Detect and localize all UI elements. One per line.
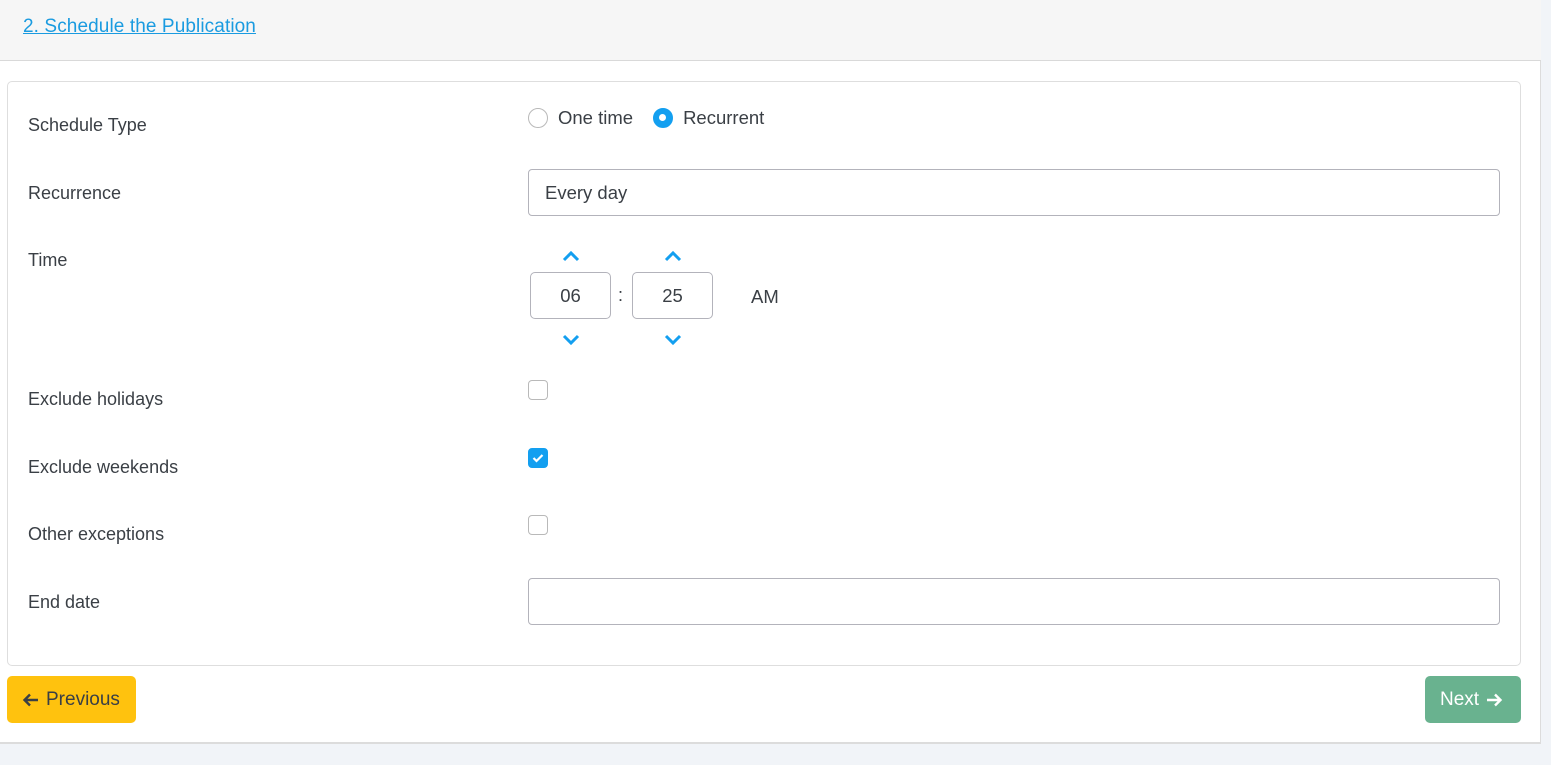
- arrow-left-icon: [22, 693, 38, 706]
- recurrence-input[interactable]: [528, 169, 1500, 216]
- minutes-input[interactable]: [632, 272, 713, 319]
- chevron-up-icon: [562, 250, 580, 262]
- time-label: Time: [28, 250, 68, 270]
- checkmark-icon: [532, 454, 544, 463]
- hours-decrement-button[interactable]: [561, 333, 581, 347]
- other-exceptions-checkbox[interactable]: [528, 515, 548, 535]
- exclude-holidays-label: Exclude holidays: [28, 389, 164, 409]
- schedule-type-label: Schedule Type: [28, 115, 147, 135]
- one-time-radio[interactable]: [528, 108, 548, 128]
- other-exceptions-label: Other exceptions: [28, 524, 165, 544]
- hours-input[interactable]: [530, 272, 611, 319]
- exclude-holidays-checkbox[interactable]: [528, 380, 548, 400]
- previous-button-label: Previous: [46, 688, 120, 710]
- chevron-up-icon: [664, 250, 682, 262]
- schedule-card: 2. Schedule the Publication Schedule Typ…: [0, 0, 1541, 744]
- card-header: 2. Schedule the Publication: [0, 0, 1541, 61]
- exclude-weekends-label: Exclude weekends: [28, 457, 179, 477]
- recurrent-radio[interactable]: [653, 108, 674, 128]
- next-button-label: Next: [1440, 688, 1480, 710]
- arrow-right-icon: [1487, 693, 1503, 706]
- hours-increment-button[interactable]: [561, 249, 581, 263]
- end-date-label: End date: [28, 592, 101, 612]
- time-separator: :: [618, 285, 624, 305]
- recurrence-label: Recurrence: [28, 183, 122, 203]
- section-title-link[interactable]: 2. Schedule the Publication: [23, 16, 256, 38]
- minutes-decrement-button[interactable]: [663, 333, 683, 347]
- previous-button[interactable]: Previous: [7, 676, 136, 723]
- next-button[interactable]: Next: [1425, 676, 1521, 723]
- one-time-radio-label[interactable]: One time: [558, 107, 633, 129]
- exclude-weekends-checkbox[interactable]: [528, 448, 548, 468]
- recurrent-radio-label[interactable]: Recurrent: [683, 107, 764, 129]
- schedule-type-radio-group: One time Recurrent: [528, 107, 784, 129]
- minutes-increment-button[interactable]: [663, 249, 683, 263]
- end-date-input[interactable]: [528, 578, 1500, 625]
- chevron-down-icon: [664, 334, 682, 346]
- meridian-toggle[interactable]: AM: [751, 286, 779, 308]
- chevron-down-icon: [562, 334, 580, 346]
